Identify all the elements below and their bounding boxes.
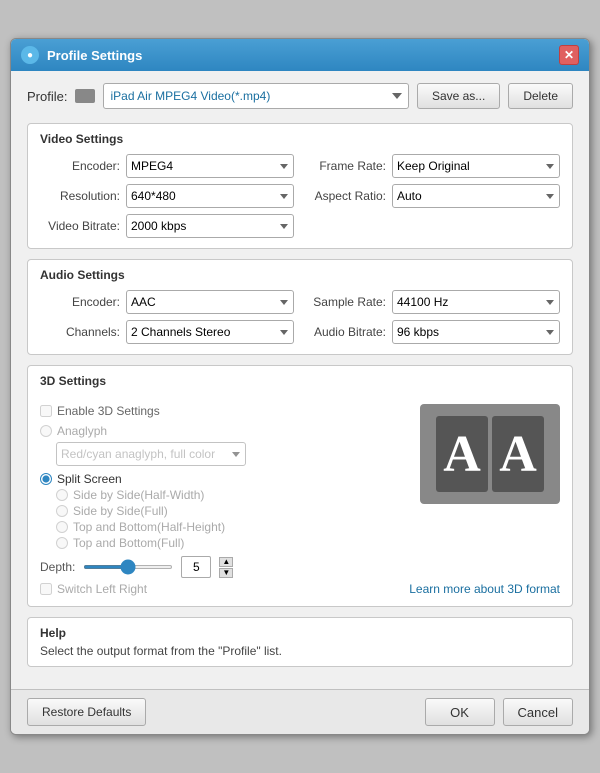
top-bottom-full-row: Top and Bottom(Full)	[56, 536, 399, 550]
video-settings-section: Video Settings Encoder: MPEG4 Frame Rate…	[27, 123, 573, 249]
split-screen-label: Split Screen	[57, 472, 122, 486]
aspect-ratio-row: Aspect Ratio: Auto	[306, 184, 560, 208]
resolution-select[interactable]: 640*480	[126, 184, 294, 208]
encoder-row: Encoder: MPEG4	[40, 154, 294, 178]
video-bitrate-row: Video Bitrate: 2000 kbps	[40, 214, 294, 238]
encoder-select[interactable]: MPEG4	[126, 154, 294, 178]
title-bar-left: ● Profile Settings	[21, 46, 142, 64]
help-text: Select the output format from the "Profi…	[40, 644, 560, 658]
resolution-label: Resolution:	[40, 189, 120, 203]
video-settings-grid: Encoder: MPEG4 Frame Rate: Keep Original…	[40, 154, 560, 238]
profile-label: Profile:	[27, 89, 67, 104]
switch-left-right-row: Switch Left Right	[40, 582, 399, 596]
top-bottom-full-label: Top and Bottom(Full)	[73, 536, 184, 550]
enable-3d-label: Enable 3D Settings	[57, 404, 160, 418]
profile-settings-dialog: ● Profile Settings ✕ Profile: iPad Air M…	[10, 38, 590, 735]
channels-label: Channels:	[40, 325, 120, 339]
split-screen-radio[interactable]	[40, 473, 52, 485]
anaglyph-select-row: Red/cyan anaglyph, full color	[56, 442, 399, 466]
three-d-section: 3D Settings Enable 3D Settings Anaglyph	[27, 365, 573, 607]
depth-label: Depth:	[40, 560, 75, 574]
cancel-button[interactable]: Cancel	[503, 698, 573, 726]
audio-bitrate-select[interactable]: 96 kbps	[392, 320, 560, 344]
video-bitrate-select[interactable]: 2000 kbps	[126, 214, 294, 238]
close-button[interactable]: ✕	[559, 45, 579, 65]
bottom-bar: Restore Defaults OK Cancel	[11, 689, 589, 734]
depth-slider[interactable]	[83, 565, 173, 569]
resolution-row: Resolution: 640*480	[40, 184, 294, 208]
sample-rate-select[interactable]: 44100 Hz	[392, 290, 560, 314]
anaglyph-label: Anaglyph	[57, 424, 107, 438]
app-icon: ●	[21, 46, 39, 64]
title-bar: ● Profile Settings ✕	[11, 39, 589, 71]
save-as-button[interactable]: Save as...	[417, 83, 500, 109]
enable-3d-checkbox[interactable]	[40, 405, 52, 417]
audio-settings-title: Audio Settings	[40, 268, 560, 282]
anaglyph-select[interactable]: Red/cyan anaglyph, full color	[56, 442, 246, 466]
preview-box: A A	[420, 404, 560, 504]
bottom-right-buttons: OK Cancel	[425, 698, 573, 726]
aspect-ratio-select[interactable]: Auto	[392, 184, 560, 208]
frame-rate-label: Frame Rate:	[306, 159, 386, 173]
frame-rate-row: Frame Rate: Keep Original	[306, 154, 560, 178]
audio-encoder-select[interactable]: AAC	[126, 290, 294, 314]
frame-rate-select[interactable]: Keep Original	[392, 154, 560, 178]
channels-select[interactable]: 2 Channels Stereo	[126, 320, 294, 344]
anaglyph-row: Anaglyph	[40, 424, 399, 438]
aa-letter-left: A	[436, 416, 488, 492]
restore-defaults-button[interactable]: Restore Defaults	[27, 698, 146, 726]
profile-row: Profile: iPad Air MPEG4 Video(*.mp4) Sav…	[27, 83, 573, 109]
aa-letter-right: A	[492, 416, 544, 492]
split-screen-options: Side by Side(Half-Width) Side by Side(Fu…	[56, 488, 399, 550]
sample-rate-label: Sample Rate:	[306, 295, 386, 309]
ok-button[interactable]: OK	[425, 698, 495, 726]
dialog-content: Profile: iPad Air MPEG4 Video(*.mp4) Sav…	[11, 71, 589, 689]
depth-decrement-button[interactable]: ▼	[219, 568, 233, 578]
top-bottom-full-radio[interactable]	[56, 537, 68, 549]
anaglyph-radio[interactable]	[40, 425, 52, 437]
side-by-side-half-row: Side by Side(Half-Width)	[56, 488, 399, 502]
top-bottom-half-label: Top and Bottom(Half-Height)	[73, 520, 225, 534]
audio-bitrate-label: Audio Bitrate:	[306, 325, 386, 339]
profile-device-icon	[75, 89, 95, 103]
side-by-side-full-row: Side by Side(Full)	[56, 504, 399, 518]
channels-row: Channels: 2 Channels Stereo	[40, 320, 294, 344]
help-title: Help	[40, 626, 560, 640]
depth-increment-button[interactable]: ▲	[219, 557, 233, 567]
switch-left-right-checkbox[interactable]	[40, 583, 52, 595]
top-bottom-half-row: Top and Bottom(Half-Height)	[56, 520, 399, 534]
audio-bitrate-row: Audio Bitrate: 96 kbps	[306, 320, 560, 344]
help-section: Help Select the output format from the "…	[27, 617, 573, 667]
sample-rate-row: Sample Rate: 44100 Hz	[306, 290, 560, 314]
top-bottom-half-radio[interactable]	[56, 521, 68, 533]
profile-select[interactable]: iPad Air MPEG4 Video(*.mp4)	[103, 83, 408, 109]
switch-left-right-label: Switch Left Right	[57, 582, 147, 596]
aspect-ratio-label: Aspect Ratio:	[306, 189, 386, 203]
audio-encoder-label: Encoder:	[40, 295, 120, 309]
three-d-right-panel: A A Learn more about 3D format	[409, 404, 560, 596]
three-d-title: 3D Settings	[40, 374, 106, 388]
aa-preview: A A	[436, 416, 544, 492]
delete-button[interactable]: Delete	[508, 83, 573, 109]
video-bitrate-label: Video Bitrate:	[40, 219, 120, 233]
side-by-side-full-radio[interactable]	[56, 505, 68, 517]
side-by-side-half-label: Side by Side(Half-Width)	[73, 488, 204, 502]
three-d-header: 3D Settings	[40, 374, 560, 396]
depth-row: Depth: ▲ ▼	[40, 556, 399, 578]
audio-encoder-row: Encoder: AAC	[40, 290, 294, 314]
enable-3d-row: Enable 3D Settings	[40, 404, 399, 418]
split-screen-row: Split Screen	[40, 472, 399, 486]
depth-value-input[interactable]	[181, 556, 211, 578]
three-d-left: Enable 3D Settings Anaglyph Red/cyan ana…	[40, 404, 399, 596]
audio-settings-section: Audio Settings Encoder: AAC Sample Rate:…	[27, 259, 573, 355]
learn-more-link[interactable]: Learn more about 3D format	[409, 582, 560, 596]
side-by-side-half-radio[interactable]	[56, 489, 68, 501]
encoder-label: Encoder:	[40, 159, 120, 173]
depth-spinner: ▲ ▼	[219, 557, 233, 578]
video-settings-title: Video Settings	[40, 132, 560, 146]
side-by-side-full-label: Side by Side(Full)	[73, 504, 168, 518]
audio-settings-grid: Encoder: AAC Sample Rate: 44100 Hz Chann…	[40, 290, 560, 344]
three-d-body: Enable 3D Settings Anaglyph Red/cyan ana…	[40, 404, 560, 596]
dialog-title: Profile Settings	[47, 48, 142, 63]
